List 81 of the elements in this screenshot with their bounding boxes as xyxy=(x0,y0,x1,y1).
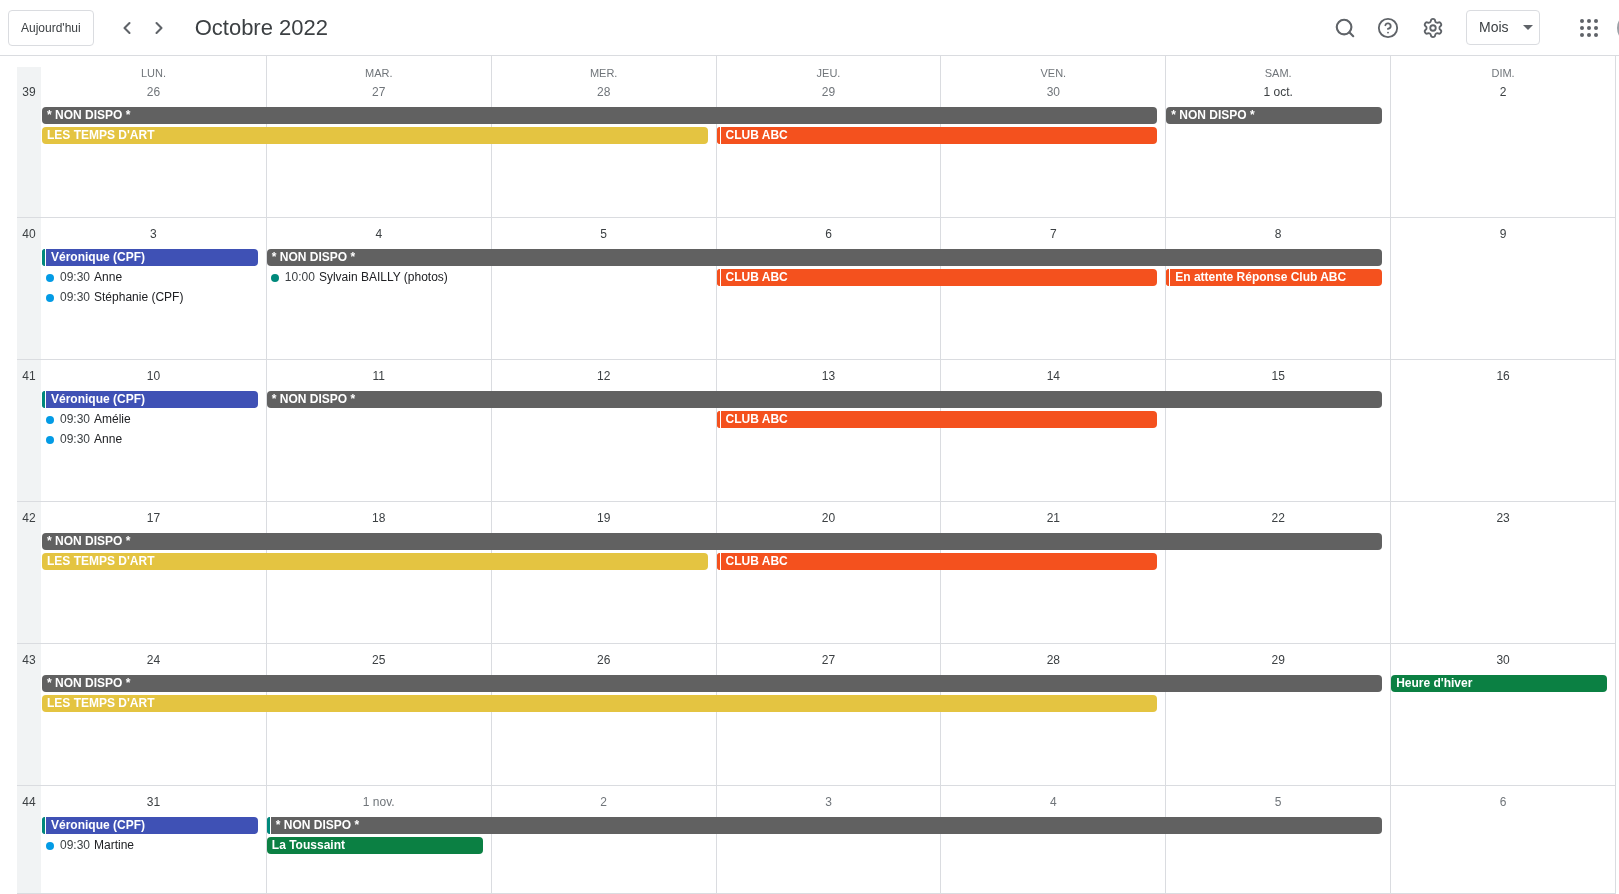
event-bar[interactable]: * NON DISPO * xyxy=(42,675,1383,692)
week-number[interactable]: 43 xyxy=(17,651,41,669)
date-label[interactable]: 29 xyxy=(821,83,836,101)
date-label[interactable]: 10 xyxy=(146,367,161,385)
date-label[interactable]: 5 xyxy=(600,225,607,243)
date-label[interactable]: 3 xyxy=(825,793,832,811)
event-chip[interactable]: 10:00 Sylvain BAILLY (photos) xyxy=(266,269,483,286)
date-label[interactable]: 17 xyxy=(146,509,161,527)
date-label[interactable]: 1 oct. xyxy=(1263,83,1293,101)
date-label[interactable]: 4 xyxy=(375,225,383,243)
help-icon xyxy=(1377,16,1399,39)
event-bar[interactable]: * NON DISPO * xyxy=(42,533,1383,550)
event-chip[interactable]: 09:30 Anne xyxy=(42,269,258,286)
date-label[interactable]: 30 xyxy=(1046,83,1061,101)
date-label[interactable]: 27 xyxy=(821,651,836,669)
today-button[interactable]: Aujourd'hui xyxy=(8,9,94,46)
weekday-label: MER. xyxy=(589,66,618,81)
date-label[interactable]: 9 xyxy=(1499,225,1507,243)
date-label[interactable]: 22 xyxy=(1271,509,1285,527)
date-label[interactable]: 3 xyxy=(150,225,157,243)
date-label[interactable]: 6 xyxy=(1499,793,1507,811)
date-label[interactable]: 1 nov. xyxy=(362,793,395,811)
event-chip[interactable]: 09:30 Amélie xyxy=(42,411,258,428)
event-bar[interactable]: * NON DISPO * xyxy=(42,107,1158,124)
date-label[interactable]: 8 xyxy=(1274,225,1282,243)
event-bar[interactable]: * NON DISPO * xyxy=(266,817,1383,834)
date-label[interactable]: 23 xyxy=(1496,509,1510,527)
view-dropdown[interactable]: Mois xyxy=(1466,10,1540,45)
date-label[interactable]: 29 xyxy=(1271,651,1285,669)
event-bar[interactable]: * NON DISPO * xyxy=(1166,107,1383,124)
date-label[interactable]: 4 xyxy=(1050,793,1057,811)
date-label[interactable]: 18 xyxy=(372,509,386,527)
date-label[interactable]: 25 xyxy=(372,651,386,669)
event-chip[interactable]: 09:30 Anne xyxy=(42,431,258,448)
weekday-label: MAR. xyxy=(365,66,393,81)
week-number[interactable]: 39 xyxy=(17,83,41,101)
search-icon xyxy=(1334,16,1356,39)
caret-icon xyxy=(1523,25,1533,30)
settings-icon xyxy=(1422,16,1444,39)
event-bar[interactable]: La Toussaint xyxy=(266,837,483,854)
weekday-label: SAM. xyxy=(1264,66,1292,81)
date-label[interactable]: 12 xyxy=(596,367,611,385)
date-label[interactable]: 26 xyxy=(596,651,611,669)
event-chip[interactable]: 09:30 Martine xyxy=(42,837,258,854)
date-label[interactable]: 24 xyxy=(146,651,161,669)
date-label[interactable]: 11 xyxy=(372,367,385,385)
date-label[interactable]: 7 xyxy=(1050,225,1057,243)
date-label[interactable]: 2 xyxy=(1499,83,1507,101)
date-label[interactable]: 19 xyxy=(596,509,611,527)
event-bar[interactable]: Véronique (CPF) xyxy=(42,391,258,408)
weekday-label: LUN. xyxy=(140,66,166,81)
date-label[interactable]: 6 xyxy=(825,225,832,243)
month-title: Octobre 2022 xyxy=(194,13,328,42)
date-label[interactable]: 30 xyxy=(1496,651,1510,669)
date-label[interactable]: 14 xyxy=(1046,367,1061,385)
date-label[interactable]: 5 xyxy=(1274,793,1282,811)
date-label[interactable]: 31 xyxy=(146,793,161,811)
event-chip[interactable]: 09:30 Stéphanie (CPF) xyxy=(42,289,258,306)
date-label[interactable]: 21 xyxy=(1046,509,1061,527)
date-label[interactable]: 26 xyxy=(146,83,161,101)
date-label[interactable]: 28 xyxy=(1046,651,1061,669)
event-bar[interactable]: Véronique (CPF) xyxy=(42,817,258,834)
date-label[interactable]: 15 xyxy=(1271,367,1285,385)
date-label[interactable]: 20 xyxy=(821,509,836,527)
weekday-label: DIM. xyxy=(1491,66,1515,81)
date-label[interactable]: 13 xyxy=(821,367,836,385)
week-number[interactable]: 40 xyxy=(17,225,41,243)
week-number[interactable]: 42 xyxy=(17,509,41,527)
event-bar[interactable]: Véronique (CPF) xyxy=(42,249,258,266)
event-bar[interactable]: * NON DISPO * xyxy=(266,249,1383,266)
week-number[interactable]: 41 xyxy=(17,367,41,385)
date-label[interactable]: 16 xyxy=(1496,367,1510,385)
event-bar[interactable]: Heure d'hiver xyxy=(1391,675,1607,692)
date-label[interactable]: 2 xyxy=(600,793,607,811)
event-bar[interactable]: * NON DISPO * xyxy=(266,391,1383,408)
date-label[interactable]: 28 xyxy=(596,83,611,101)
weekday-label: JEU. xyxy=(816,66,841,81)
weekday-label: VEN. xyxy=(1040,66,1067,81)
date-label[interactable]: 27 xyxy=(372,83,386,101)
week-number[interactable]: 44 xyxy=(17,793,41,811)
grid-icon xyxy=(1580,18,1598,37)
